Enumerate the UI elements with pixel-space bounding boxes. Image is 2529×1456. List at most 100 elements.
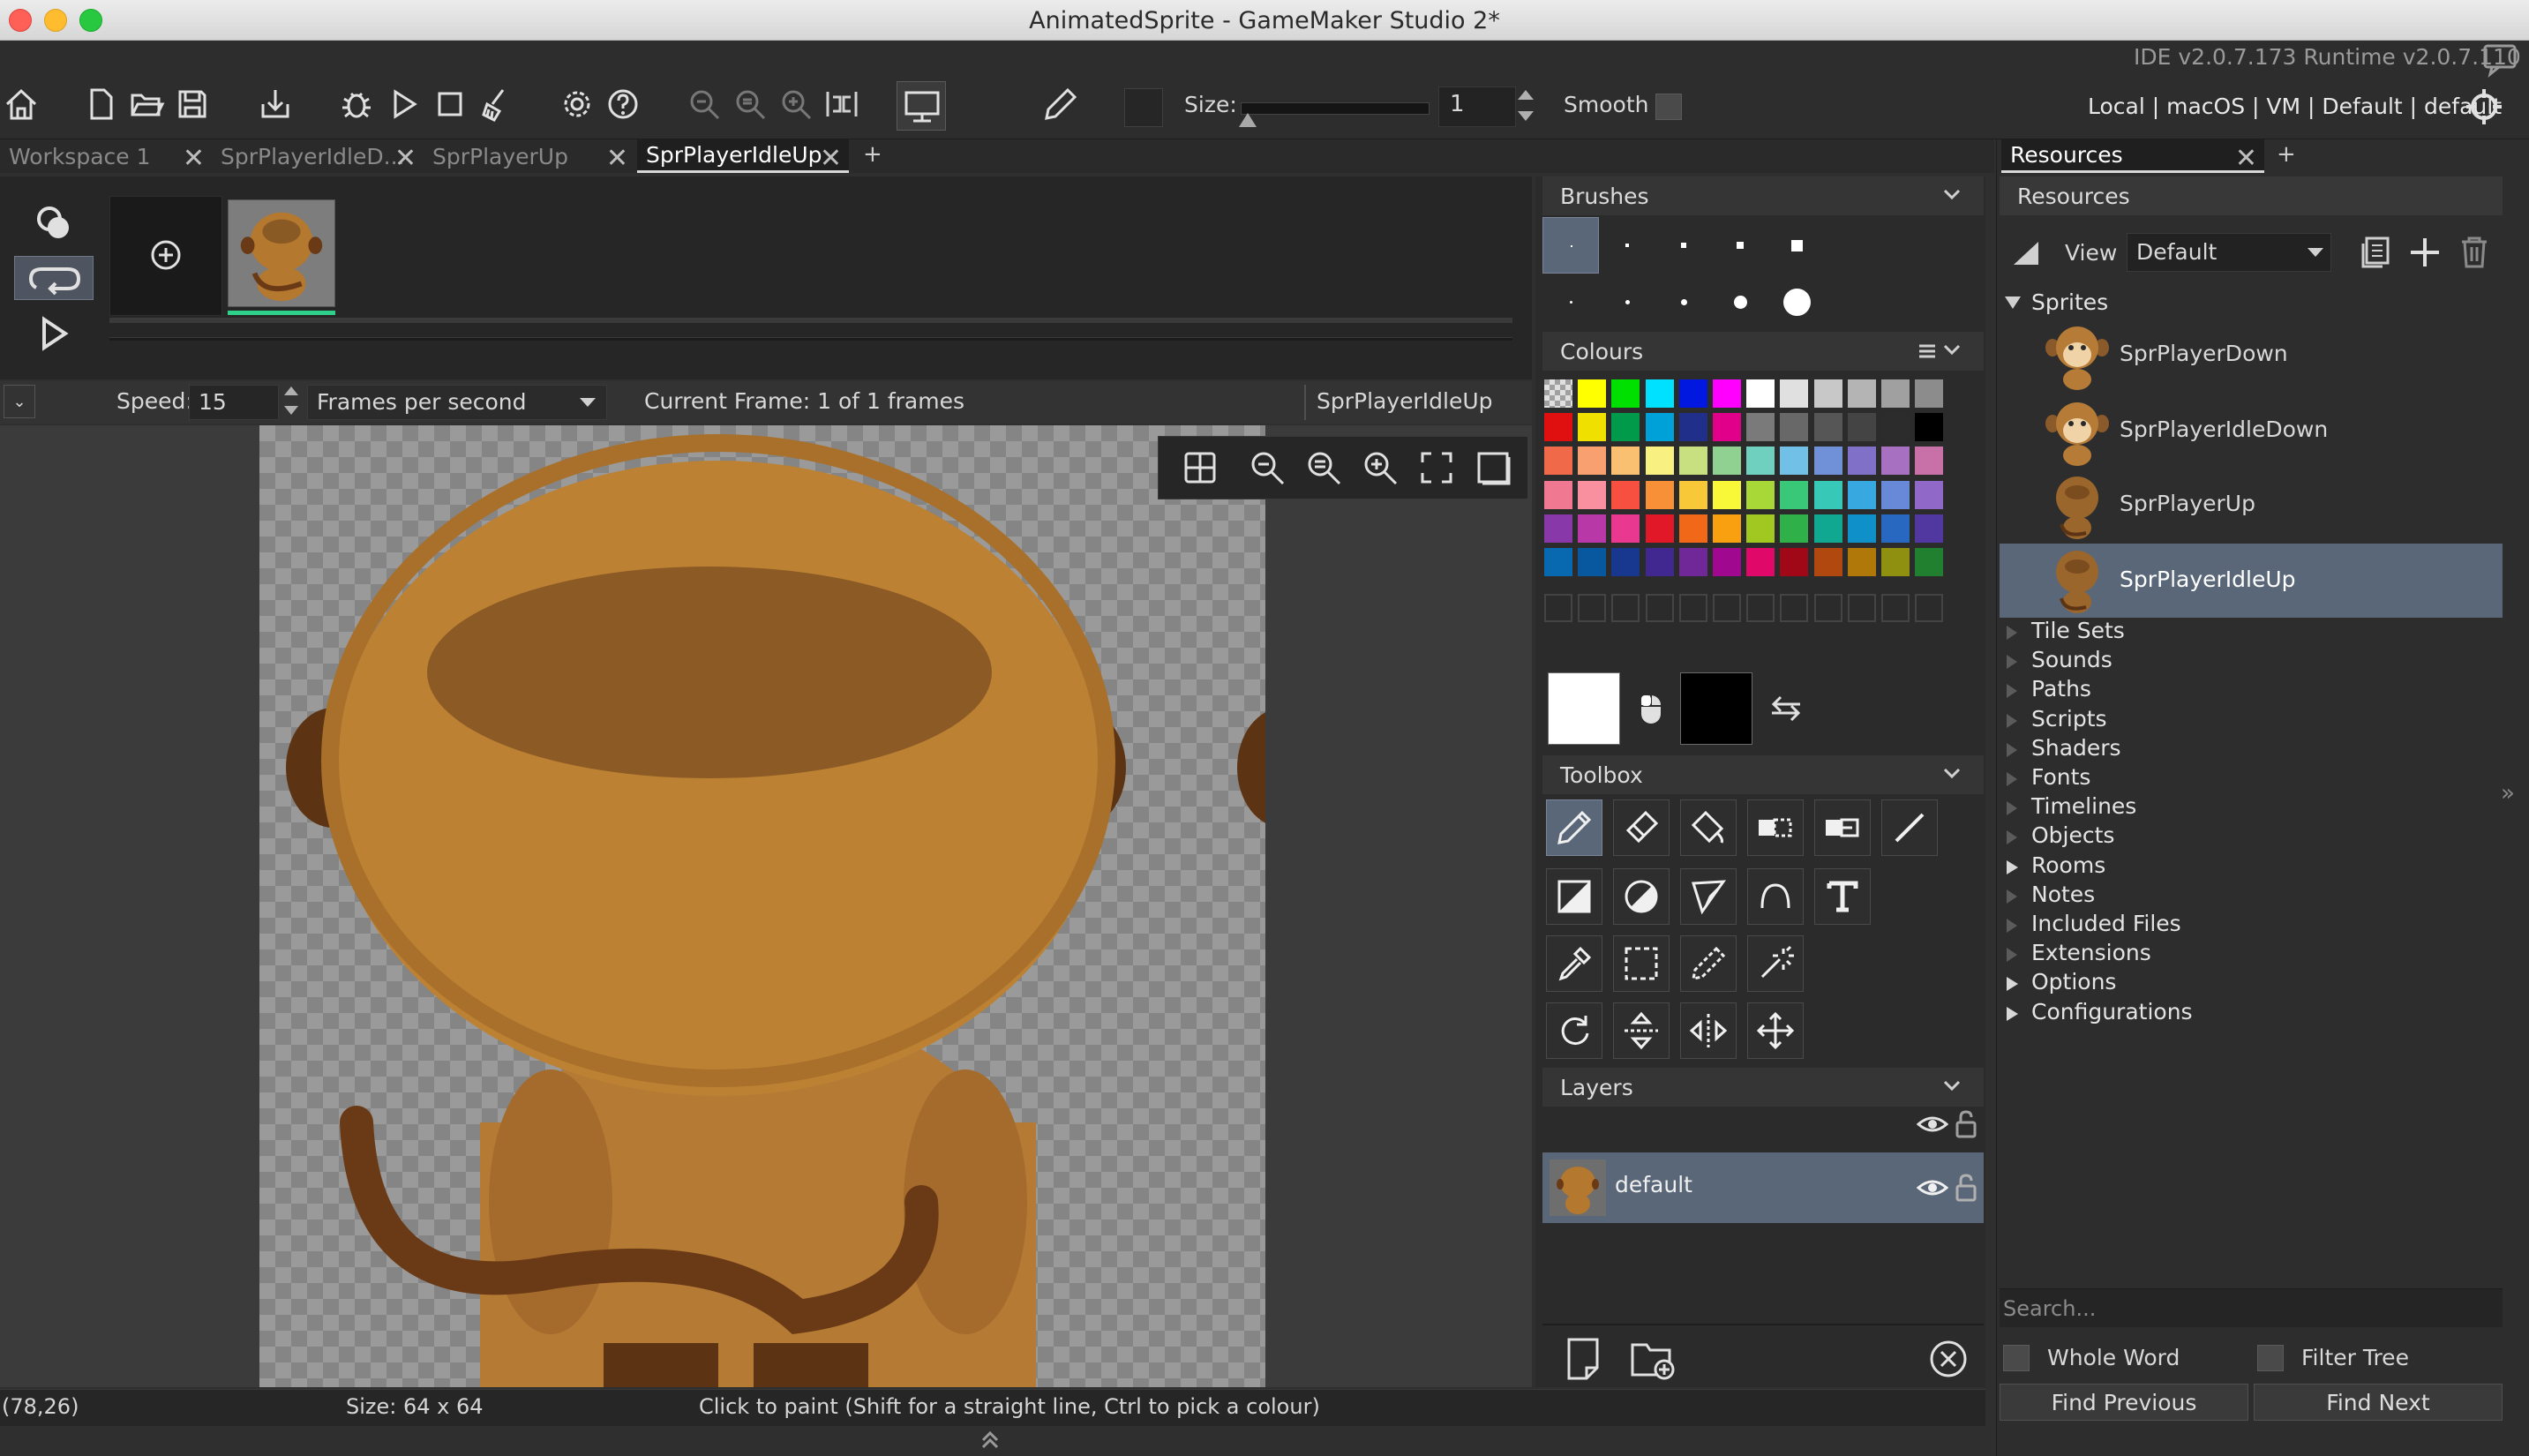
colour-picker-tool[interactable] [1546,935,1602,992]
palette-swatch[interactable] [1813,413,1842,442]
toolbox-header[interactable]: Toolbox [1542,755,1984,794]
help-icon[interactable] [604,85,642,131]
add-resource-icon[interactable] [2405,233,2444,272]
eye-icon[interactable] [1917,1172,1948,1204]
palette-swatch[interactable] [1780,514,1809,543]
rectangle-tool[interactable] [1546,868,1602,925]
add-tab-button[interactable]: + [863,141,882,168]
play-icon[interactable] [385,85,424,131]
whole-word-checkbox[interactable] [2003,1345,2030,1371]
palette-swatch[interactable] [1780,379,1809,408]
brush-size-4[interactable] [1712,217,1768,274]
collapse-frames-button[interactable]: ⌄ [4,385,35,418]
add-layer-folder-icon[interactable] [1629,1336,1678,1382]
palette-swatch[interactable] [1847,480,1876,509]
palette-swatch[interactable] [1780,413,1809,442]
tree-expand-arrow-icon[interactable] [2007,742,2017,757]
frames-scrollbar[interactable] [109,337,1512,341]
fill-tool[interactable] [1680,799,1737,856]
tree-category[interactable]: Paths [2031,676,2091,702]
size-slider[interactable] [1234,95,1430,131]
tree-category[interactable]: Configurations [2031,999,2193,1024]
custom-colour-slot[interactable] [1678,594,1707,623]
onion-skin-icon[interactable] [30,199,79,249]
target-settings-icon[interactable] [2464,86,2504,127]
close-icon[interactable]: ✕ [606,143,628,174]
palette-swatch[interactable] [1915,447,1944,476]
save-icon[interactable] [173,85,212,131]
tree-expand-arrow-icon[interactable] [2007,977,2018,992]
close-icon[interactable]: ✕ [820,143,842,174]
tree-category[interactable]: Included Files [2031,911,2181,936]
brush-round-4[interactable] [1712,274,1768,330]
add-frame-button[interactable] [109,196,222,316]
tree-expand-arrow-icon[interactable] [2007,919,2017,933]
palette-swatch[interactable] [1544,514,1572,543]
sprite-canvas[interactable] [259,425,1265,1387]
search-input[interactable]: Search... [2000,1288,2503,1327]
tree-category[interactable]: Rooms [2031,852,2105,878]
palette-swatch[interactable] [1645,447,1674,476]
palette-swatch[interactable] [1881,413,1910,442]
palette-swatch[interactable] [1578,548,1607,576]
close-icon[interactable]: ✕ [2235,143,2257,174]
zoom-out-icon[interactable] [1246,447,1288,489]
palette-swatch[interactable] [1611,514,1640,543]
palette-swatch[interactable] [1847,379,1876,408]
smooth-checkbox[interactable] [1655,94,1682,120]
grid-toggle-icon[interactable] [1179,447,1221,489]
tree-sprite-item[interactable]: SprPlayerDown [2000,319,2503,392]
expanded-arrow-icon[interactable] [2005,296,2021,309]
palette-swatch[interactable] [1578,514,1607,543]
zoom-reset-icon[interactable] [1302,447,1345,489]
zoom-reset-icon[interactable] [731,85,769,131]
palette-swatch[interactable] [1678,514,1707,543]
custom-colour-slot[interactable] [1813,594,1842,623]
palette-swatch[interactable] [1678,413,1707,442]
palette-swatch[interactable] [1578,379,1607,408]
frame-thumbnail[interactable] [228,199,335,307]
brush-round-3[interactable] [1655,274,1712,330]
tree-expand-arrow-icon[interactable] [2007,801,2017,816]
secondary-colour-swatch[interactable] [1680,672,1752,745]
find-next-button[interactable]: Find Next [2254,1384,2503,1421]
expand-panel-icon[interactable]: » [2501,780,2515,807]
tab-spr-player-idle-down[interactable]: SprPlayerIdleD... ✕ [212,139,424,174]
palette-swatch[interactable] [1881,548,1910,576]
palette-swatch[interactable] [1544,548,1572,576]
tree-category[interactable]: Options [2031,969,2116,994]
palette-swatch[interactable] [1813,548,1842,576]
tree-category[interactable]: Shaders [2031,735,2121,761]
brush-size-3[interactable] [1655,217,1712,274]
palette-swatch[interactable] [1713,413,1741,442]
tree-expand-arrow-icon[interactable] [2007,859,2018,874]
custom-colour-slot[interactable] [1578,594,1607,623]
palette-swatch[interactable] [1578,447,1607,476]
palette-swatch[interactable] [1847,514,1876,543]
add-tab-button[interactable]: + [2277,141,2296,168]
magic-wand-tool[interactable] [1747,935,1804,992]
palette-swatch[interactable] [1813,447,1842,476]
custom-colour-slot[interactable] [1780,594,1809,623]
text-tool[interactable] [1814,868,1871,925]
select-tool[interactable] [1613,935,1670,992]
brushes-header[interactable]: Brushes [1542,176,1984,215]
custom-colour-slot[interactable] [1746,594,1775,623]
palette-swatch[interactable] [1780,548,1809,576]
palette-swatch[interactable] [1645,514,1674,543]
pencil-tool[interactable] [1546,799,1602,856]
tree-category[interactable]: Objects [2031,822,2114,848]
palette-swatch[interactable] [1746,480,1775,509]
flip-horizontal-tool[interactable] [1680,1002,1737,1059]
speed-spinner[interactable] [281,385,304,420]
palette-swatch[interactable] [1746,379,1775,408]
palette-swatch[interactable] [1746,548,1775,576]
palette-swatch[interactable] [1678,480,1707,509]
palette-swatch[interactable] [1780,480,1809,509]
tree-expand-arrow-icon[interactable] [2007,1006,2018,1021]
tree-expand-arrow-icon[interactable] [2007,655,2017,670]
palette-swatch[interactable] [1881,480,1910,509]
settings-gear-icon[interactable] [558,85,597,131]
palette-swatch[interactable] [1544,480,1572,509]
brush-size-2[interactable] [1599,217,1655,274]
